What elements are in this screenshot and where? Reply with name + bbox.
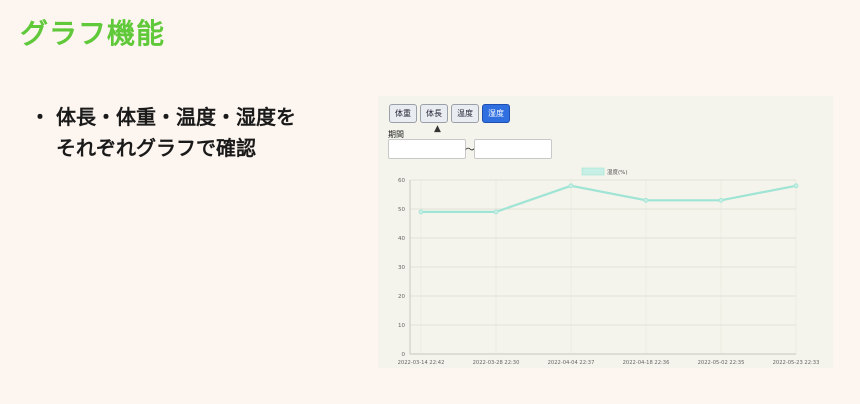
legend-label: 湿度(%): [607, 168, 628, 176]
x-tick-label: 2022-05-23 22:33: [773, 360, 820, 366]
slide-title: グラフ機能: [20, 17, 166, 50]
y-tick-label: 60: [398, 178, 405, 184]
y-tick-label: 10: [398, 323, 405, 329]
y-tick-label: 30: [398, 265, 405, 271]
y-tick-label: 0: [402, 352, 406, 358]
bullet-line-2: それぞれグラフで確認: [56, 136, 256, 160]
humidity-line-chart: 湿度(%) 0 10 20 30 40 50 60 2022-03-14 22:42 2022-0…: [398, 167, 820, 366]
series-line-humidity: [421, 184, 797, 214]
data-point: [793, 183, 799, 189]
app-screenshot: 体重 体長 温度 湿度 期間 ～ 湿度(%) 0 10 20 30 40 50 60 2022-…: [378, 96, 833, 368]
y-tick-label: 40: [398, 236, 405, 242]
x-tick-label: 2022-03-14 22:42: [398, 360, 445, 366]
data-point: [643, 197, 649, 203]
y-tick-label: 50: [398, 207, 405, 213]
x-tick-label: 2022-05-02 22:35: [698, 360, 745, 366]
x-tick-label: 2022-04-04 22:37: [548, 360, 595, 366]
data-point: [718, 197, 724, 203]
y-tick-label: 20: [398, 294, 405, 300]
x-tick-label: 2022-04-18 22:36: [623, 360, 670, 366]
mouse-cursor-icon: ▲: [434, 124, 441, 134]
x-tick-label: 2022-03-28 22:30: [473, 360, 520, 366]
data-point: [418, 209, 424, 215]
legend-swatch: [581, 167, 605, 176]
bullet-list: ・ 体長・体重・温度・湿度を それぞれグラフで確認: [30, 102, 296, 164]
data-point: [568, 183, 574, 189]
bullet-marker: ・: [30, 105, 50, 129]
bullet-line-1: 体長・体重・温度・湿度を: [56, 105, 296, 129]
data-point: [493, 209, 499, 215]
